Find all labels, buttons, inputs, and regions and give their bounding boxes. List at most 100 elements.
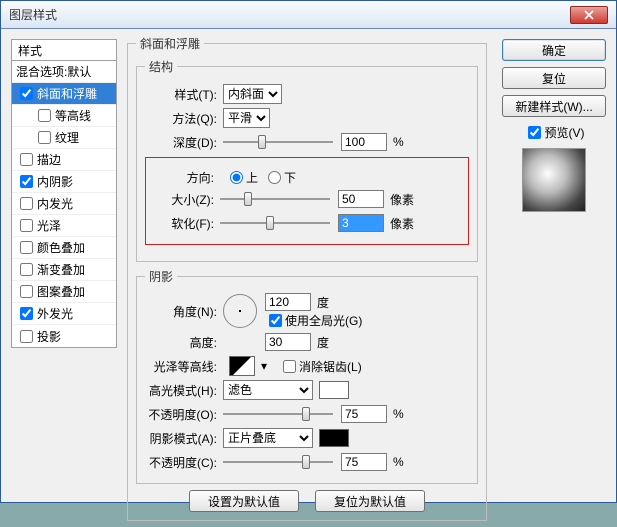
close-icon [584, 10, 594, 20]
gloss-contour-swatch[interactable] [229, 356, 255, 376]
depth-unit: % [393, 135, 404, 149]
angle-value[interactable]: 120 [265, 293, 311, 311]
style-item-checkbox[interactable] [20, 197, 33, 210]
style-item-10[interactable]: 图案叠加 [12, 281, 116, 303]
shadow-mode-select[interactable]: 正片叠底 [223, 428, 313, 448]
soften-slider[interactable] [220, 214, 330, 232]
angle-label: 角度(N): [145, 303, 217, 320]
size-slider[interactable] [220, 190, 330, 208]
style-item-checkbox[interactable] [20, 263, 33, 276]
styles-header: 样式 [11, 39, 117, 61]
style-item-checkbox[interactable] [20, 330, 33, 343]
main-panel: 斜面和浮雕 结构 样式(T): 内斜面 方法(Q): 平滑 深度(D): 100 [127, 35, 487, 527]
shadow-opacity-unit: % [393, 455, 404, 469]
style-item-label: 等高线 [55, 107, 91, 124]
styles-panel: 样式 混合选项:默认斜面和浮雕等高线纹理描边内阴影内发光光泽颜色叠加渐变叠加图案… [11, 39, 117, 348]
direction-down-radio[interactable] [268, 171, 281, 184]
new-style-button[interactable]: 新建样式(W)... [502, 95, 606, 117]
layer-style-dialog: 图层样式 样式 混合选项:默认斜面和浮雕等高线纹理描边内阴影内发光光泽颜色叠加渐… [0, 0, 617, 503]
style-item-label: 内发光 [37, 195, 73, 212]
style-item-label: 光泽 [37, 217, 61, 234]
close-button[interactable] [570, 6, 608, 24]
style-item-label: 混合选项:默认 [16, 63, 91, 80]
soften-label: 软化(F): [154, 215, 214, 232]
soften-unit: 像素 [390, 215, 414, 232]
style-item-3[interactable]: 纹理 [12, 127, 116, 149]
style-item-4[interactable]: 描边 [12, 149, 116, 171]
technique-label: 方法(Q): [145, 110, 217, 127]
style-item-9[interactable]: 渐变叠加 [12, 259, 116, 281]
style-item-label: 图案叠加 [37, 283, 85, 300]
styles-list: 混合选项:默认斜面和浮雕等高线纹理描边内阴影内发光光泽颜色叠加渐变叠加图案叠加外… [11, 61, 117, 348]
bevel-group: 斜面和浮雕 结构 样式(T): 内斜面 方法(Q): 平滑 深度(D): 100 [127, 35, 487, 521]
depth-value[interactable]: 100 [341, 133, 387, 151]
shadow-color-swatch[interactable] [319, 429, 349, 447]
style-item-checkbox[interactable] [20, 307, 33, 320]
style-item-11[interactable]: 外发光 [12, 303, 116, 325]
style-item-8[interactable]: 颜色叠加 [12, 237, 116, 259]
shading-title: 阴影 [145, 268, 177, 285]
global-light-checkbox[interactable] [269, 314, 282, 327]
gloss-label: 光泽等高线: [145, 358, 217, 375]
style-item-7[interactable]: 光泽 [12, 215, 116, 237]
style-item-label: 投影 [37, 328, 61, 345]
right-column: 确定 复位 新建样式(W)... 预览(V) [502, 39, 606, 212]
highlight-box: 方向: 上 下 大小(Z): 50 像素 软化(F): [145, 157, 469, 245]
style-item-checkbox[interactable] [20, 175, 33, 188]
preview-thumbnail [522, 148, 586, 212]
preview-checkbox-row: 预览(V) [502, 123, 606, 142]
bevel-group-title: 斜面和浮雕 [136, 35, 204, 52]
shadow-opacity-slider[interactable] [223, 453, 333, 471]
highlight-opacity-slider[interactable] [223, 405, 333, 423]
style-item-checkbox[interactable] [38, 131, 51, 144]
highlight-color-swatch[interactable] [319, 381, 349, 399]
ok-button[interactable]: 确定 [502, 39, 606, 61]
size-value[interactable]: 50 [338, 190, 384, 208]
style-item-checkbox[interactable] [20, 285, 33, 298]
style-item-6[interactable]: 内发光 [12, 193, 116, 215]
technique-select[interactable]: 平滑 [223, 108, 270, 128]
chevron-down-icon[interactable]: ▾ [261, 359, 267, 373]
titlebar: 图层样式 [1, 1, 616, 29]
depth-slider[interactable] [223, 133, 333, 151]
style-item-label: 内阴影 [37, 173, 73, 190]
style-item-1[interactable]: 斜面和浮雕 [12, 83, 116, 105]
highlight-opacity-label: 不透明度(O): [145, 406, 217, 423]
angle-unit: 度 [317, 294, 329, 311]
style-item-0[interactable]: 混合选项:默认 [12, 61, 116, 83]
style-item-12[interactable]: 投影 [12, 325, 116, 347]
altitude-value[interactable]: 30 [265, 333, 311, 351]
direction-up-radio[interactable] [230, 171, 243, 184]
altitude-label: 高度: [145, 334, 217, 351]
style-select[interactable]: 内斜面 [223, 84, 282, 104]
shadow-opacity-value[interactable]: 75 [341, 453, 387, 471]
style-item-checkbox[interactable] [20, 87, 33, 100]
reset-default-button[interactable]: 复位为默认值 [315, 490, 425, 512]
style-item-5[interactable]: 内阴影 [12, 171, 116, 193]
preview-checkbox[interactable] [528, 126, 541, 139]
highlight-opacity-value[interactable]: 75 [341, 405, 387, 423]
highlight-mode-select[interactable]: 滤色 [223, 380, 313, 400]
set-default-button[interactable]: 设置为默认值 [189, 490, 299, 512]
highlight-opacity-unit: % [393, 407, 404, 421]
style-item-checkbox[interactable] [20, 219, 33, 232]
soften-value[interactable]: 3 [338, 214, 384, 232]
global-light-label: 使用全局光(G) [285, 312, 362, 329]
shadow-mode-label: 阴影模式(A): [145, 430, 217, 447]
depth-label: 深度(D): [145, 134, 217, 151]
style-item-label: 渐变叠加 [37, 261, 85, 278]
angle-dial[interactable] [223, 294, 257, 328]
style-item-checkbox[interactable] [38, 109, 51, 122]
style-item-2[interactable]: 等高线 [12, 105, 116, 127]
style-item-label: 外发光 [37, 305, 73, 322]
style-item-label: 描边 [37, 151, 61, 168]
style-item-label: 颜色叠加 [37, 239, 85, 256]
direction-label: 方向: [154, 169, 214, 186]
style-label: 样式(T): [145, 86, 217, 103]
style-item-checkbox[interactable] [20, 153, 33, 166]
cancel-button[interactable]: 复位 [502, 67, 606, 89]
antialias-checkbox[interactable] [283, 360, 296, 373]
antialias-label: 消除锯齿(L) [299, 358, 362, 375]
shadow-opacity-label: 不透明度(C): [145, 454, 217, 471]
style-item-checkbox[interactable] [20, 241, 33, 254]
